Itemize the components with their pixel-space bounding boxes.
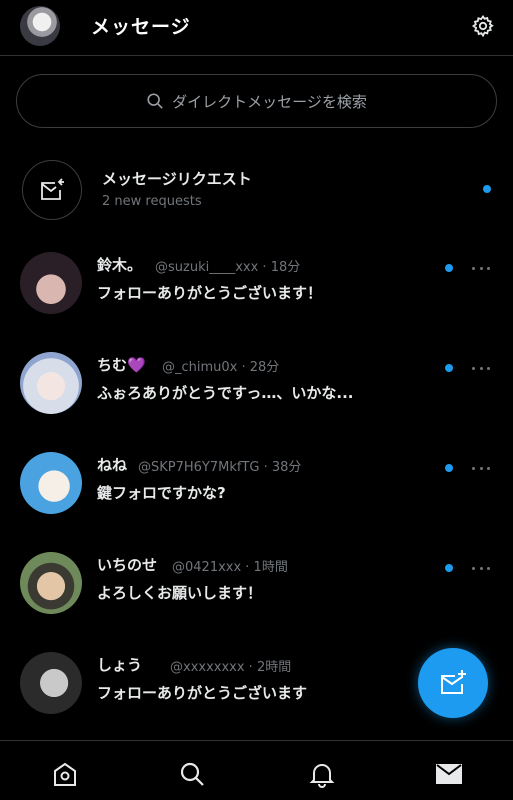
message-requests-row[interactable]: メッセージリクエスト 2 new requests [0, 152, 513, 230]
search-icon [147, 93, 163, 109]
conversation-row[interactable]: いちのせ @0421xxx · 1時間 よろしくお願いします！ [0, 552, 513, 652]
avatar[interactable] [20, 452, 82, 514]
conversation-name: 鈴木。 [97, 256, 143, 274]
search-placeholder: ダイレクトメッセージを検索 [172, 92, 367, 111]
unread-dot [445, 464, 453, 472]
nav-home[interactable] [50, 759, 80, 789]
unread-dot [483, 185, 491, 193]
conversation-preview: フォローありがとうございます [97, 684, 308, 702]
home-icon [54, 762, 76, 786]
more-options-icon[interactable] [472, 265, 490, 271]
conversation-preview: ふぉろありがとうですっ…、いかな... [97, 384, 354, 402]
conversation-preview: フォローありがとうございます！ [97, 284, 323, 302]
conversation-handle: @SKP7H6Y7MkfTG · 38分 [138, 460, 302, 475]
avatar[interactable] [20, 552, 82, 614]
conversation-handle: @0421xxx · 1時間 [172, 560, 288, 575]
messages-screen: メッセージ ダイレクトメッセージを検索 メッセージリクエスト 2 new req… [0, 0, 513, 800]
unread-dot [445, 564, 453, 572]
unread-dot [445, 264, 453, 272]
gear-icon[interactable] [471, 14, 495, 38]
conversation-handle: @_chimu0x · 28分 [162, 360, 280, 375]
new-message-button[interactable] [418, 648, 488, 718]
search-icon [180, 762, 204, 786]
avatar[interactable] [20, 352, 82, 414]
conversation-preview: 鍵フォロですかな? [97, 484, 226, 502]
page-title: メッセージ [91, 16, 191, 38]
more-options-icon[interactable] [472, 365, 490, 371]
conversation-name: ねね [97, 456, 128, 474]
mail-arrow-icon [41, 178, 64, 200]
conversation-handle: @xxxxxxxx · 2時間 [170, 660, 292, 675]
request-icon-wrap [22, 160, 82, 220]
conversation-handle: @suzuki____xxx · 18分 [155, 260, 301, 275]
bottom-nav [0, 740, 513, 800]
conversation-row[interactable]: 鈴木。 @suzuki____xxx · 18分 フォローありがとうございます！ [0, 252, 513, 352]
request-subtitle: 2 new requests [102, 194, 202, 209]
conversation-row[interactable]: ねね @SKP7H6Y7MkfTG · 38分 鍵フォロですかな? [0, 452, 513, 552]
nav-notifications[interactable] [307, 759, 337, 789]
conversation-row[interactable]: ちむ💜 @_chimu0x · 28分 ふぉろありがとうですっ…、いかな... [0, 352, 513, 452]
avatar[interactable] [20, 652, 82, 714]
avatar[interactable] [20, 252, 82, 314]
nav-search[interactable] [177, 759, 207, 789]
conversation-preview: よろしくお願いします！ [97, 584, 263, 602]
conversation-name: ちむ💜 [97, 356, 146, 374]
unread-dot [445, 364, 453, 372]
more-options-icon[interactable] [472, 565, 490, 571]
nav-messages[interactable] [434, 759, 464, 789]
profile-avatar[interactable] [20, 6, 60, 46]
more-options-icon[interactable] [472, 465, 490, 471]
request-title: メッセージリクエスト [102, 170, 252, 188]
conversation-name: いちのせ [97, 556, 158, 574]
top-bar: メッセージ [0, 0, 513, 56]
search-input[interactable]: ダイレクトメッセージを検索 [16, 74, 497, 128]
mail-icon [436, 764, 462, 784]
bell-icon [309, 764, 335, 788]
conversation-name: しょう [97, 656, 143, 674]
new-message-icon [441, 670, 466, 694]
